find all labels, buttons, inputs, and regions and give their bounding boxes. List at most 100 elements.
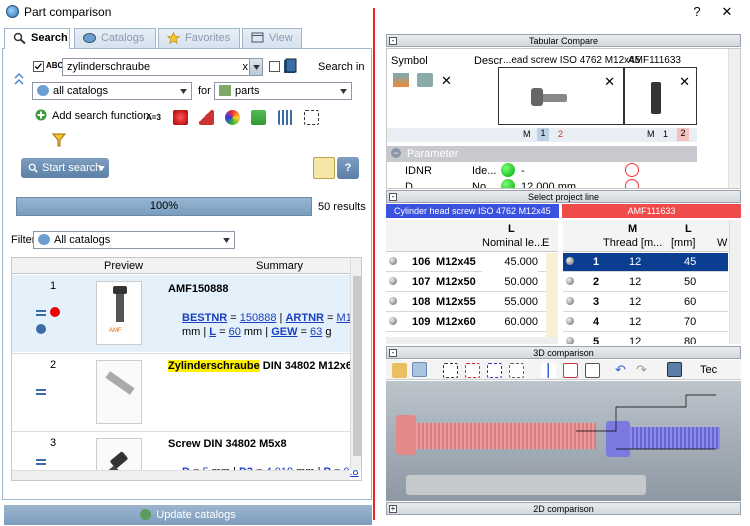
tec-label[interactable]: Tec	[700, 364, 717, 376]
comparison-2d-header[interactable]: + 2D comparison	[386, 502, 741, 515]
table-row[interactable]: 108 M12x55 55.000	[386, 293, 546, 312]
result-row-1[interactable]: 1 AMF AMF150888 BESTNR = 150888 | ARTNR …	[12, 275, 361, 352]
view-1-button[interactable]: 1	[537, 128, 549, 141]
clear-icon[interactable]: x	[243, 59, 249, 75]
table-row[interactable]: 3 12 60	[563, 293, 728, 312]
color-function-icon[interactable]	[173, 110, 188, 125]
result-title: Zylinderschraube DIN 34802 M12x65	[168, 360, 359, 372]
left-hscroll[interactable]	[386, 337, 558, 344]
results-count: 50 results	[318, 201, 366, 213]
info-icon[interactable]	[36, 324, 46, 334]
collapse-icon[interactable]: -	[389, 37, 397, 45]
row-number: 3	[50, 437, 57, 449]
table-row[interactable]: 2 12 50	[563, 273, 728, 292]
filter-icon[interactable]	[52, 133, 66, 147]
tab-favorites[interactable]: Favorites	[158, 28, 240, 48]
cube-function-icon[interactable]	[251, 110, 266, 125]
start-search-label: Start search	[42, 162, 102, 174]
table-row[interactable]: 109 M12x60 60.000	[386, 313, 546, 332]
right-vscroll[interactable]	[729, 220, 741, 344]
select-red-icon[interactable]	[465, 363, 480, 378]
preview-thumb[interactable]: AMF	[96, 281, 142, 345]
close-icon[interactable]: ✕	[679, 74, 690, 90]
results-vscroll-thumb[interactable]	[353, 276, 361, 456]
preview-thumb[interactable]	[96, 360, 142, 424]
table-row[interactable]: 5 12 80	[563, 333, 728, 344]
tabular-vscroll[interactable]	[728, 49, 740, 188]
table-row-selected[interactable]: 1 12 45	[563, 253, 728, 272]
edit-function-icon[interactable]	[199, 110, 214, 125]
print-icon[interactable]	[417, 73, 433, 87]
option-checkbox[interactable]	[269, 61, 280, 72]
result-row-2[interactable]: 2 Zylinderschraube DIN 34802 M12x65	[12, 353, 358, 430]
select-function-icon[interactable]	[304, 110, 319, 125]
measure-icon[interactable]	[563, 363, 578, 378]
expand-icon[interactable]: +	[389, 505, 397, 513]
collapse-icon[interactable]: -	[389, 349, 397, 357]
results-hscroll[interactable]	[12, 470, 350, 480]
viewport-3d[interactable]	[386, 381, 741, 501]
menu-icon[interactable]	[36, 459, 46, 465]
col-m: M	[628, 223, 638, 235]
close-button[interactable]: ✕	[716, 3, 738, 21]
preview-header: Preview	[104, 260, 144, 272]
table-row[interactable]: 107 M12x50 50.000	[386, 273, 546, 292]
view-1-button-2[interactable]: 1	[663, 129, 668, 139]
menu-icon[interactable]	[36, 310, 46, 316]
filter-select[interactable]: All catalogs	[33, 231, 235, 249]
table-row[interactable]: 106 M12x45 45.000	[386, 253, 546, 272]
results-vscroll[interactable]	[350, 258, 361, 470]
book-icon[interactable]	[283, 58, 297, 74]
part2-preview[interactable]: ✕	[624, 67, 697, 125]
catalog-select[interactable]: all catalogs	[32, 82, 192, 100]
search-input[interactable]: zylinderschraube x	[62, 58, 263, 76]
tab-catalogs[interactable]: Catalogs	[74, 28, 156, 48]
brand-logo: AMF	[109, 328, 122, 334]
select-all-icon[interactable]	[443, 363, 458, 378]
param-name: D	[405, 181, 413, 189]
tab-view-label: View	[269, 32, 293, 44]
comparison-3d-header[interactable]: - 3D comparison	[386, 346, 741, 359]
select-gray-icon[interactable]	[509, 363, 524, 378]
search-settings-button[interactable]	[313, 157, 335, 179]
search-dropdown[interactable]	[249, 58, 263, 76]
collapse-icon[interactable]: -	[389, 193, 397, 201]
start-search-button[interactable]: Start search	[21, 158, 109, 178]
divider-bar[interactable]	[373, 8, 375, 520]
help-search-button[interactable]: ?	[337, 157, 359, 179]
a3-function-button[interactable]: A=3	[146, 113, 161, 122]
help-button[interactable]: ?	[686, 3, 708, 21]
tab-search[interactable]: Search	[4, 28, 70, 49]
abc-checkbox[interactable]	[33, 61, 44, 72]
collapse-icon[interactable]: −	[391, 148, 401, 158]
part1-preview[interactable]: ✕	[498, 67, 624, 125]
project-line-header[interactable]: - Select project line	[386, 190, 741, 203]
tool-icon[interactable]	[392, 363, 407, 378]
redo-icon[interactable]: ↷	[636, 363, 651, 378]
left-vscroll[interactable]	[546, 253, 558, 337]
palette-function-icon[interactable]	[225, 110, 240, 125]
split-icon[interactable]	[541, 363, 556, 378]
parameter-group[interactable]: − Parameter	[387, 146, 697, 162]
result-details-line2: mm | L = 60 mm | GEW = 63 g	[182, 326, 332, 338]
tabular-compare-header[interactable]: - Tabular Compare	[386, 34, 741, 47]
export-icon[interactable]	[393, 73, 409, 87]
pointer-icon[interactable]	[412, 362, 427, 377]
right-table-body: 1 12 45 2 12 50 3 12 60 4 12 70 5 12 80	[563, 253, 728, 344]
tab-view[interactable]: View	[242, 28, 302, 48]
collapse-icon[interactable]	[14, 72, 24, 86]
close-icon[interactable]: ✕	[441, 73, 452, 89]
view-2-button-2[interactable]: 2	[677, 128, 689, 141]
update-catalogs-button[interactable]: Update catalogs	[4, 505, 372, 525]
undo-icon[interactable]: ↶	[615, 363, 630, 378]
view-2-button[interactable]: 2	[558, 129, 563, 139]
table-function-icon[interactable]	[278, 110, 293, 125]
menu-icon[interactable]	[36, 389, 46, 395]
select-blue-icon[interactable]	[487, 363, 502, 378]
table-row[interactable]: 4 12 70	[563, 313, 728, 332]
viewport-toolbar[interactable]	[406, 475, 646, 495]
for-select[interactable]: parts	[214, 82, 352, 100]
dimension-icon[interactable]	[585, 363, 600, 378]
screen-icon[interactable]	[667, 362, 682, 377]
close-icon[interactable]: ✕	[604, 74, 615, 90]
